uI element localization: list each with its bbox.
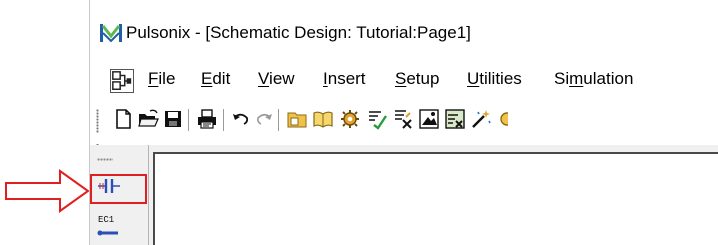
title-bar: Pulsonix - [Schematic Design: Tutorial:P… (90, 0, 718, 61)
menu-file[interactable]: File (148, 69, 175, 89)
menu-simulation-rest: ulation (583, 69, 634, 88)
capacitor-highlight-box (90, 174, 147, 204)
menu-edit[interactable]: Edit (201, 69, 230, 89)
document-menu-icon[interactable] (110, 69, 134, 93)
book-icon[interactable] (312, 108, 334, 130)
callout-arrow (5, 169, 90, 213)
menu-insert-rest: nsert (327, 69, 366, 88)
menu-simulation-prefix: Si (554, 69, 570, 88)
menu-view[interactable]: View (258, 69, 295, 89)
component-gear-icon[interactable] (339, 108, 361, 130)
design-check-icon[interactable] (366, 108, 388, 130)
menu-edit-rest: dit (212, 69, 231, 88)
image-icon[interactable] (418, 108, 440, 130)
menu-file-mnemonic: F (148, 69, 159, 88)
ec-label: EC1 (98, 215, 114, 225)
menu-utilities-rest: tilities (479, 69, 522, 88)
menu-simulation-mnemonic: m (569, 69, 584, 88)
window-title: Pulsonix - [Schematic Design: Tutorial:P… (126, 23, 471, 42)
magic-wand-icon[interactable] (470, 108, 492, 130)
schematic-icon[interactable] (444, 108, 466, 130)
netlist-icon[interactable] (392, 108, 414, 130)
menu-file-rest: ile (158, 69, 176, 88)
undo-icon[interactable] (230, 108, 252, 130)
menu-edit-mnemonic: E (201, 69, 213, 88)
menu-setup[interactable]: Setup (395, 69, 439, 89)
menu-utilities-mnemonic: U (467, 69, 480, 88)
save-icon[interactable] (162, 108, 184, 130)
redo-icon[interactable] (253, 108, 275, 130)
menu-simulation[interactable]: Simulation (554, 69, 633, 89)
menu-utilities[interactable]: Utilities (467, 69, 522, 89)
toolbar-grip-icon[interactable] (96, 109, 99, 133)
menu-setup-rest: etup (406, 69, 440, 88)
menu-view-mnemonic: V (258, 69, 270, 88)
ec-component-icon[interactable]: EC1 (96, 212, 122, 240)
toolbar-separator (278, 109, 279, 131)
toolbar-separator (223, 109, 224, 131)
menu-setup-mnemonic: S (395, 69, 407, 88)
menu-insert[interactable]: Insert (323, 69, 366, 89)
palette-grip-icon[interactable] (97, 158, 113, 161)
application-window: Pulsonix - [Schematic Design: Tutorial:P… (89, 0, 718, 245)
open-library-icon[interactable] (286, 108, 308, 130)
toolbar-separator (188, 109, 189, 131)
partial-toolbar-icon[interactable] (496, 108, 508, 130)
new-document-icon[interactable] (112, 108, 134, 130)
pulsonix-logo-icon (100, 24, 122, 43)
open-folder-icon[interactable] (137, 108, 159, 130)
schematic-canvas[interactable] (153, 152, 718, 245)
print-icon[interactable] (196, 108, 218, 130)
menu-view-rest: iew (269, 69, 295, 88)
